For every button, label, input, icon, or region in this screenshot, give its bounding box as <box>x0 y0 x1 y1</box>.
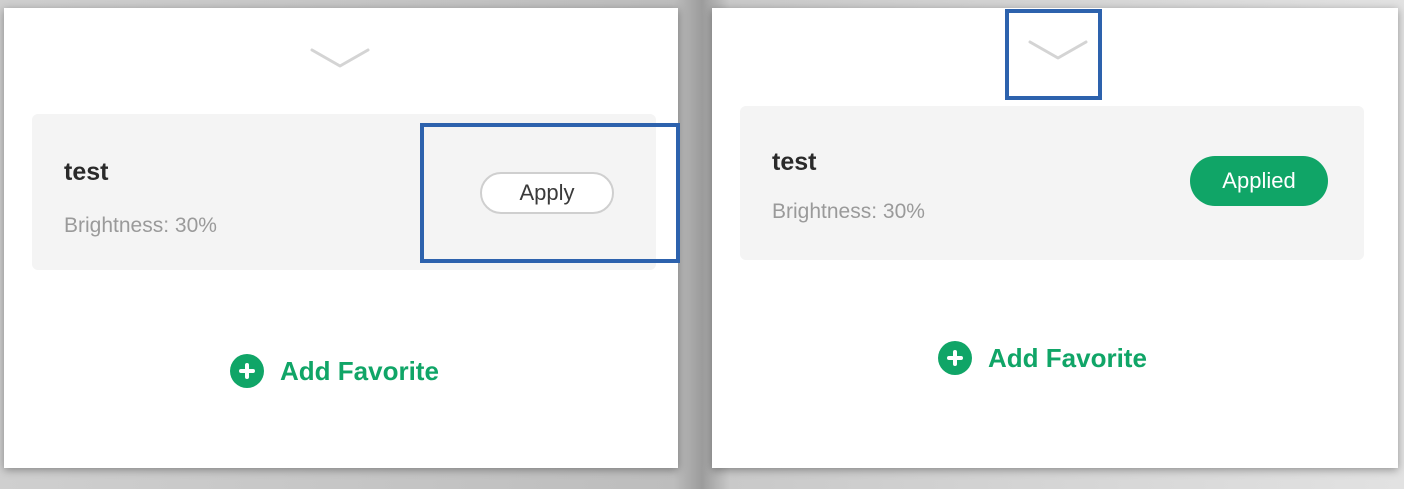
favorite-brightness: Brightness: 30% <box>772 200 925 223</box>
favorite-title: test <box>772 148 817 176</box>
apply-button[interactable]: Apply <box>480 172 614 214</box>
chevron-down-icon[interactable] <box>308 44 372 72</box>
add-favorite-button[interactable]: Add Favorite <box>230 354 439 388</box>
plus-circle-icon <box>230 354 264 388</box>
favorites-panel-before: test Brightness: 30% Apply Add Favorite <box>4 8 678 468</box>
add-favorite-label: Add Favorite <box>280 355 439 386</box>
favorite-card: test Brightness: 30% Apply <box>32 114 656 270</box>
favorite-card: test Brightness: 30% Applied <box>740 106 1364 260</box>
favorites-panel-after: test Brightness: 30% Applied Add Favorit… <box>712 8 1398 468</box>
plus-circle-icon <box>938 341 972 375</box>
favorite-title: test <box>64 158 109 186</box>
add-favorite-label: Add Favorite <box>988 342 1147 373</box>
applied-button[interactable]: Applied <box>1190 156 1328 206</box>
chevron-down-icon[interactable] <box>1026 36 1090 64</box>
favorite-brightness: Brightness: 30% <box>64 214 217 237</box>
add-favorite-button[interactable]: Add Favorite <box>938 341 1147 375</box>
